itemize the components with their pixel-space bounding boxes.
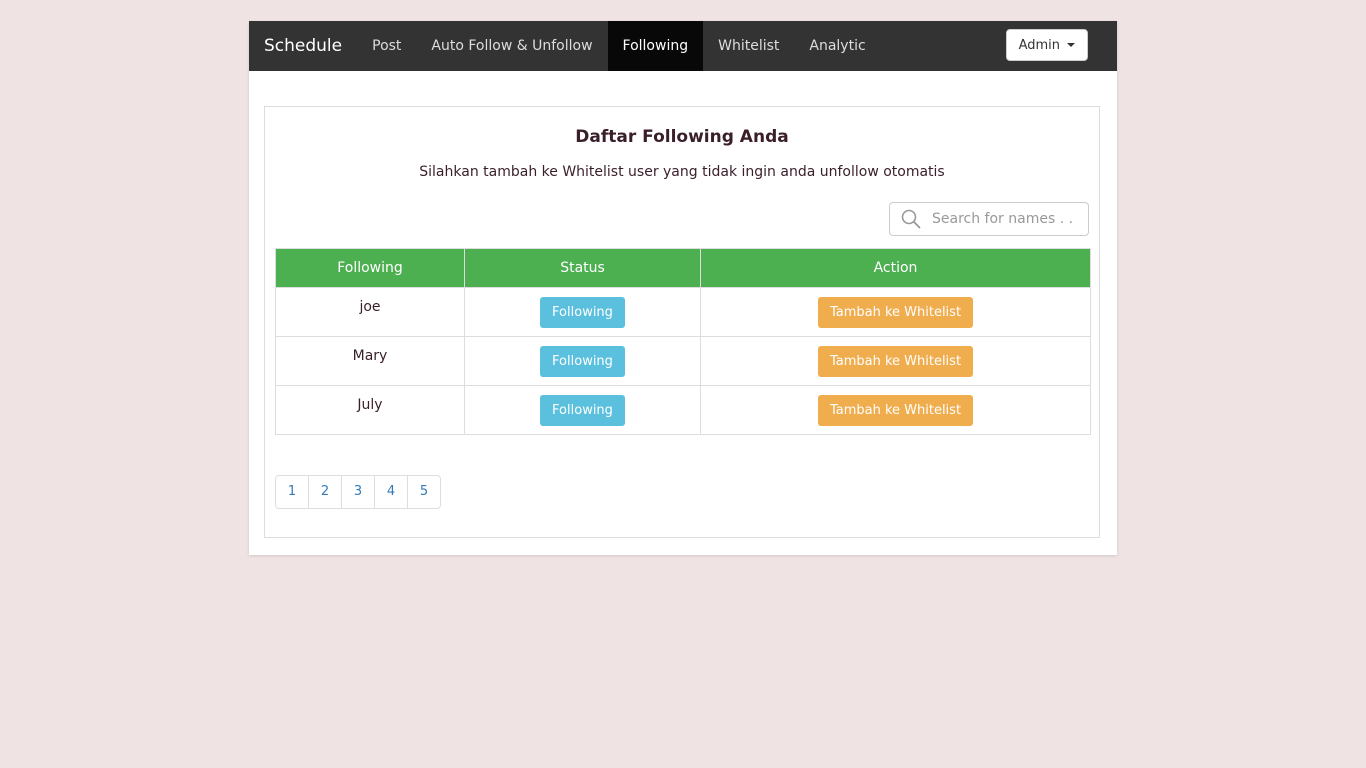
table-row: Mary Following Tambah ke Whitelist — [275, 336, 1091, 386]
status-cell: Following — [464, 336, 701, 386]
following-table: Following Status Action joe Following Ta… — [275, 248, 1091, 435]
nav-item-whitelist[interactable]: Whitelist — [703, 21, 794, 71]
following-name: Mary — [275, 336, 465, 386]
page-link-2[interactable]: 2 — [308, 476, 341, 508]
caret-down-icon — [1067, 43, 1075, 47]
nav-item-analytic[interactable]: Analytic — [794, 21, 880, 71]
action-cell: Tambah ke Whitelist — [700, 385, 1091, 435]
brand-logo[interactable]: Schedule — [249, 21, 357, 71]
add-to-whitelist-button[interactable]: Tambah ke Whitelist — [817, 345, 974, 377]
column-header-following: Following — [275, 248, 465, 288]
search-input[interactable] — [930, 210, 1074, 228]
search-icon — [900, 208, 922, 230]
following-status-button[interactable]: Following — [540, 345, 625, 377]
page-link-4[interactable]: 4 — [374, 476, 407, 508]
table-header-row: Following Status Action — [275, 248, 1091, 288]
status-cell: Following — [464, 385, 701, 435]
add-to-whitelist-button[interactable]: Tambah ke Whitelist — [817, 394, 974, 426]
following-name: July — [275, 385, 465, 435]
nav-item-following[interactable]: Following — [607, 21, 704, 71]
top-navbar: Schedule Post Auto Follow & Unfollow Fol… — [249, 21, 1117, 71]
column-header-status: Status — [464, 248, 701, 288]
column-header-action: Action — [700, 248, 1091, 288]
page-title: Daftar Following Anda — [575, 127, 789, 147]
nav-item-auto-follow-unfollow[interactable]: Auto Follow & Unfollow — [416, 21, 607, 71]
add-to-whitelist-button[interactable]: Tambah ke Whitelist — [817, 296, 974, 328]
app-container: Schedule Post Auto Follow & Unfollow Fol… — [249, 21, 1117, 555]
table-row: joe Following Tambah ke Whitelist — [275, 287, 1091, 337]
table-row: July Following Tambah ke Whitelist — [275, 385, 1091, 435]
following-name: joe — [275, 287, 465, 337]
nav-item-post[interactable]: Post — [357, 21, 416, 71]
following-status-button[interactable]: Following — [540, 394, 625, 426]
search-box — [889, 202, 1089, 236]
pagination: 1 2 3 4 5 — [275, 475, 441, 509]
page-link-5[interactable]: 5 — [407, 476, 440, 508]
action-cell: Tambah ke Whitelist — [700, 336, 1091, 386]
status-cell: Following — [464, 287, 701, 337]
admin-dropdown-button[interactable]: Admin — [1005, 29, 1088, 61]
page-subtitle: Silahkan tambah ke Whitelist user yang t… — [419, 164, 945, 180]
action-cell: Tambah ke Whitelist — [700, 287, 1091, 337]
admin-label: Admin — [1018, 37, 1060, 53]
following-status-button[interactable]: Following — [540, 296, 625, 328]
page-link-1[interactable]: 1 — [276, 476, 308, 508]
page-link-3[interactable]: 3 — [341, 476, 374, 508]
following-panel: Daftar Following Anda Silahkan tambah ke… — [264, 106, 1100, 538]
